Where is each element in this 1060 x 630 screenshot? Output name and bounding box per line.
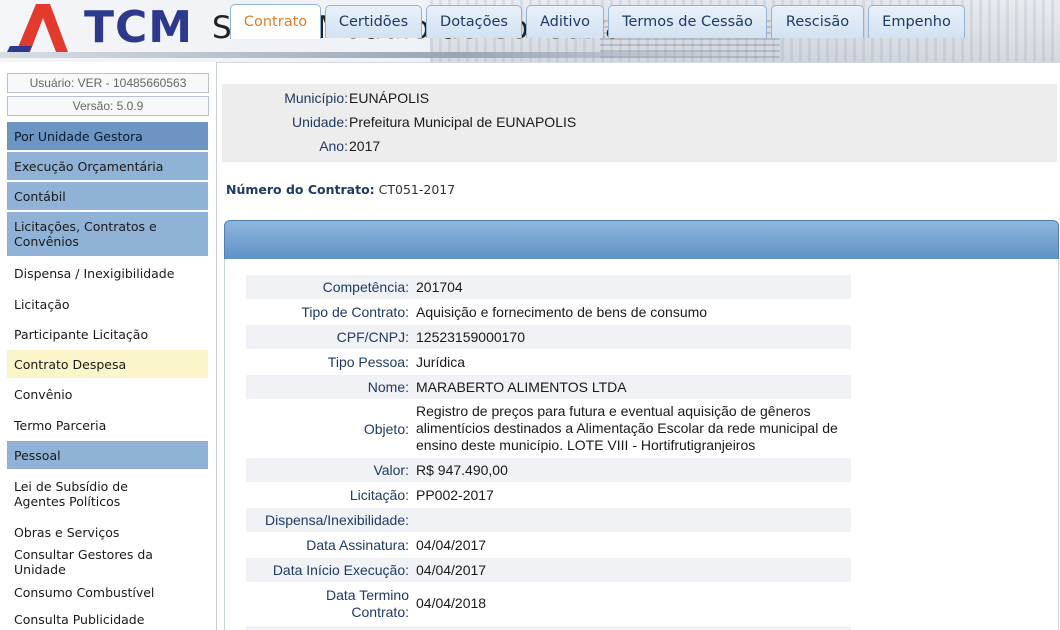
menu-item-convenio[interactable]: Convênio xyxy=(7,380,208,408)
menu-item-consumo-combustivel[interactable]: Consumo Combustível xyxy=(7,578,208,606)
field-value: 04/04/2017 xyxy=(416,562,487,578)
field-label: Data Assinatura: xyxy=(306,537,409,553)
user-info: Usuário: VER - 10485660563 xyxy=(7,73,209,93)
menu-item-termo-parceria[interactable]: Termo Parceria xyxy=(7,411,208,439)
menu-item-consultar-gestores[interactable]: Consultar Gestores da Unidade xyxy=(7,547,208,577)
field-value: 201704 xyxy=(416,279,463,295)
unidade-row: Unidade: xyxy=(222,114,348,132)
field-row-licitacao: Licitação: PP002-2017 xyxy=(246,483,851,507)
tab-dotacoes[interactable]: Dotações xyxy=(426,5,522,38)
field-row-data-assinatura: Data Assinatura: 04/04/2017 xyxy=(246,533,851,557)
menu-item-dispensa-inexigibilidade[interactable]: Dispensa / Inexigibilidade xyxy=(7,259,208,287)
menu-item-participante-licitacao[interactable]: Participante Licitação xyxy=(7,320,208,348)
ano-label: Ano: xyxy=(319,138,348,154)
field-value: R$ 947.490,00 xyxy=(416,462,508,478)
tcm-logo-icon xyxy=(6,4,68,54)
field-label: Tipo Pessoa: xyxy=(327,354,409,370)
field-label: Licitação: xyxy=(349,487,409,503)
contract-number-label: Número do Contrato: xyxy=(226,182,375,197)
tab-rescisao[interactable]: Rescisão xyxy=(771,5,864,38)
field-label: Data Termino Contrato: xyxy=(325,587,409,620)
field-value: 12523159000170 xyxy=(416,329,526,345)
field-row-competencia: Competência: 201704 xyxy=(246,275,851,299)
menu-item-pessoal[interactable]: Pessoal xyxy=(7,441,208,469)
field-row-valor: Valor: R$ 947.490,00 xyxy=(246,458,851,482)
municipio-value: EUNÁPOLIS xyxy=(349,90,430,106)
menu-item-consulta-publicidade[interactable]: Consulta Publicidade xyxy=(7,608,208,630)
field-row-data-inicio: Data Início Execução: 04/04/2017 xyxy=(246,558,851,582)
field-row-data-termino: Data Termino Contrato: 04/04/2018 xyxy=(246,583,851,625)
ano-value-wrap: 2017 xyxy=(349,138,549,156)
field-row-dispensa: Dispensa/Inexibilidade: xyxy=(246,508,851,532)
contract-number: Número do Contrato: CT051-2017 xyxy=(226,182,455,197)
menu-item-execucao-orcamentaria[interactable]: Execução Orçamentária xyxy=(7,152,208,180)
municipio-label: Município: xyxy=(284,90,348,106)
municipio-value-wrap: EUNÁPOLIS xyxy=(349,90,749,108)
menu-item-obras-servicos[interactable]: Obras e Serviços xyxy=(7,518,208,546)
menu-item-contabil[interactable]: Contábil xyxy=(7,182,208,210)
menu-item-contrato-despesa[interactable]: Contrato Despesa xyxy=(7,350,208,378)
menu-item-licitacoes-contratos-convenios[interactable]: Licitações, Contratos e Convênios xyxy=(7,212,208,256)
field-label: Data Início Execução: xyxy=(272,562,409,578)
tab-contrato[interactable]: Contrato xyxy=(230,4,321,39)
field-row-nome: Nome: MARABERTO ALIMENTOS LTDA xyxy=(246,375,851,399)
menu-item-por-unidade-gestora[interactable]: Por Unidade Gestora xyxy=(7,122,208,150)
logo-text: TCM xyxy=(84,2,194,53)
field-label: Tipo de Contrato: xyxy=(301,304,409,320)
version-info: Versão: 5.0.9 xyxy=(7,96,209,116)
field-row-next xyxy=(246,626,851,630)
field-row-tipo-contrato: Tipo de Contrato: Aquisição e fornecimen… xyxy=(246,300,851,324)
field-label: Competência: xyxy=(322,279,409,295)
menu-item-licitacao[interactable]: Licitação xyxy=(7,290,208,318)
ano-value: 2017 xyxy=(349,138,381,154)
tab-bar xyxy=(224,220,1059,260)
field-value: Aquisição e fornecimento de bens de cons… xyxy=(416,304,708,320)
municipio-row: Município: xyxy=(222,90,348,108)
field-label: CPF/CNPJ: xyxy=(336,329,409,345)
field-label: Valor: xyxy=(373,462,409,478)
tab-empenho[interactable]: Empenho xyxy=(868,5,965,38)
header-divider xyxy=(0,52,760,58)
field-label: Objeto: xyxy=(363,421,409,437)
contract-number-value: CT051-2017 xyxy=(378,182,456,197)
tab-termos-de-cessao[interactable]: Termos de Cessão xyxy=(608,5,767,38)
tab-certidoes[interactable]: Certidões xyxy=(325,5,422,38)
field-value: 04/04/2018 xyxy=(416,595,487,611)
unidade-value-wrap: Prefeitura Municipal de EUNAPOLIS xyxy=(349,114,849,132)
unidade-label: Unidade: xyxy=(291,114,348,130)
ano-row: Ano: xyxy=(222,138,348,156)
field-row-objeto: Objeto: Registro de preços para futura e… xyxy=(246,400,851,457)
field-value: MARABERTO ALIMENTOS LTDA xyxy=(416,379,627,395)
tab-aditivo[interactable]: Aditivo xyxy=(526,5,604,38)
field-value: Jurídica xyxy=(416,354,466,370)
field-row-tipo-pessoa: Tipo Pessoa: Jurídica xyxy=(246,350,851,374)
menu-item-lei-subsidio[interactable]: Lei de Subsídio de Agentes Políticos xyxy=(7,472,208,516)
field-value: PP002-2017 xyxy=(416,487,494,503)
unidade-value: Prefeitura Municipal de EUNAPOLIS xyxy=(349,114,577,130)
field-label: Dispensa/Inexibilidade: xyxy=(265,512,409,528)
field-value: Registro de preços para futura e eventua… xyxy=(416,403,838,453)
field-label: Nome: xyxy=(367,379,409,395)
field-value: 04/04/2017 xyxy=(416,537,487,553)
field-row-cpf-cnpj: CPF/CNPJ: 12523159000170 xyxy=(246,325,851,349)
